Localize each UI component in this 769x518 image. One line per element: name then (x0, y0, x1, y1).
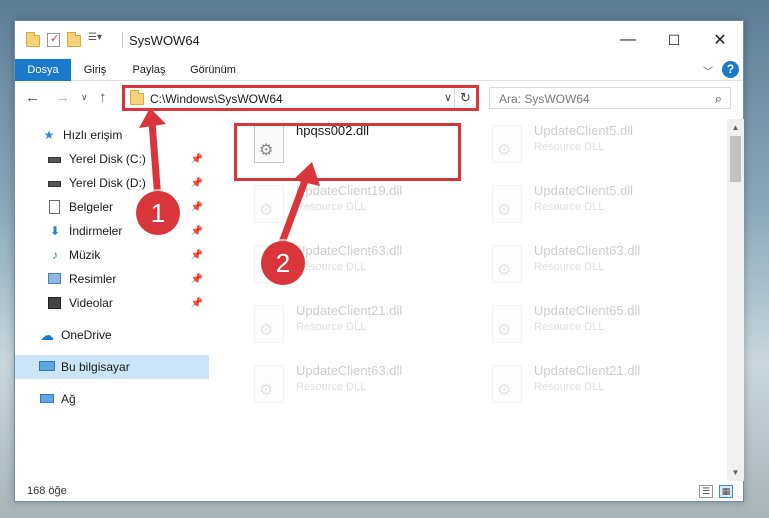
annotation-badge-2: 2 (261, 241, 305, 285)
annotation-badge-1: 1 (136, 191, 180, 235)
annotation-arrows (139, 108, 320, 252)
annotation-arrowhead-2 (293, 162, 320, 186)
annotation-arrow-2 (276, 174, 310, 252)
annotation-arrow-1 (148, 118, 162, 204)
annotation-arrowhead-1 (139, 108, 166, 128)
